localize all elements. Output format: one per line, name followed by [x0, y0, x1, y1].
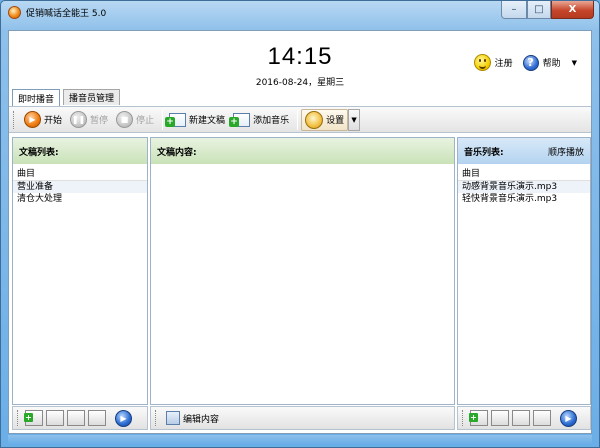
minimize-button[interactable]: –: [501, 1, 527, 19]
document-list-title: 文稿列表:: [19, 147, 59, 158]
app-window: 促销喊话全能王 5.0 – □ X 14:15 2016-08-24，星期三 注…: [0, 0, 600, 448]
toolbar-grip[interactable]: [462, 410, 465, 426]
toolbar-grip[interactable]: [13, 110, 16, 129]
music-list-toolbar: ▶: [457, 406, 591, 430]
new-document-label: 新建文稿: [189, 116, 226, 126]
new-document-button[interactable]: 新建文稿: [165, 109, 228, 131]
bottom-toolbars: ▶ 编辑内容 ▶: [9, 406, 591, 431]
start-label: 开始: [44, 116, 63, 126]
title-bar: 促销喊话全能王 5.0 – □ X: [1, 1, 599, 23]
new-document-icon: [165, 112, 187, 127]
add-music-icon: [229, 112, 251, 127]
list-item[interactable]: 轻快背景音乐演示.mp3: [458, 193, 590, 205]
help-icon: ?: [522, 54, 539, 71]
register-link[interactable]: 注册: [473, 54, 513, 71]
window-controls: – □ X: [501, 1, 594, 20]
help-link[interactable]: ? 帮助: [522, 54, 561, 71]
stop-label: 停止: [136, 116, 155, 126]
register-label: 注册: [494, 59, 513, 69]
pause-icon: ❚❚: [70, 111, 88, 128]
smiley-icon: [473, 54, 491, 71]
clock-date: 2016-08-24，星期三: [255, 78, 345, 88]
toolbar-separator: [162, 109, 164, 130]
play-mode-selector[interactable]: 顺序播放: [548, 145, 584, 158]
edit-icon: [166, 411, 180, 425]
music-column-header[interactable]: 曲目: [458, 168, 590, 181]
play-icon: ▶: [24, 111, 41, 128]
move-up-icon[interactable]: [67, 410, 85, 426]
close-button[interactable]: X: [551, 1, 594, 19]
stop-icon: ■: [116, 111, 134, 128]
settings-dropdown-button[interactable]: ▼: [348, 108, 361, 131]
settings-icon: [305, 110, 324, 129]
toolbar-grip[interactable]: [17, 410, 20, 426]
app-logo-icon: [8, 6, 21, 19]
document-list-toolbar: ▶: [12, 406, 148, 430]
document-content-header: 文稿内容:: [151, 138, 454, 164]
document-column-header[interactable]: 曲目: [13, 168, 147, 181]
list-item[interactable]: 清仓大处理: [13, 193, 147, 205]
window-title: 促销喊话全能王 5.0: [26, 9, 107, 19]
settings-button[interactable]: 设置: [301, 108, 349, 131]
stop-button[interactable]: ■ 停止: [113, 109, 157, 131]
list-item[interactable]: 动感背景音乐演示.mp3: [458, 181, 590, 193]
move-down-icon[interactable]: [533, 410, 551, 426]
list-item[interactable]: 营业准备: [13, 181, 147, 193]
document-list-pane: 文稿列表: 曲目 营业准备 清仓大处理: [12, 137, 148, 405]
maximize-button[interactable]: □: [527, 1, 551, 19]
panes: 文稿列表: 曲目 营业准备 清仓大处理 文稿内容: 音乐列表: 顺序播放 曲目 …: [9, 134, 591, 406]
settings-label: 设置: [326, 116, 345, 126]
delete-music-icon[interactable]: [491, 410, 509, 426]
delete-document-icon[interactable]: [46, 410, 64, 426]
add-document-icon[interactable]: [24, 410, 43, 426]
pause-label: 暂停: [90, 116, 109, 126]
document-content-title: 文稿内容:: [157, 147, 197, 158]
tab-live-broadcast[interactable]: 即时播音: [12, 89, 61, 106]
edit-content-label: 编辑内容: [183, 414, 220, 425]
move-up-icon[interactable]: [512, 410, 530, 426]
music-list-pane: 音乐列表: 顺序播放 曲目 动感背景音乐演示.mp3 轻快背景音乐演示.mp3: [457, 137, 591, 405]
chevron-down-icon[interactable]: ▼: [572, 59, 577, 67]
next-icon[interactable]: ▶: [115, 409, 132, 427]
status-bar: [8, 435, 592, 444]
help-label: 帮助: [542, 59, 561, 69]
document-list-header: 文稿列表:: [13, 138, 147, 164]
move-down-icon[interactable]: [88, 410, 106, 426]
start-button[interactable]: ▶ 开始: [21, 109, 65, 131]
add-music-icon[interactable]: [469, 410, 488, 426]
tab-announcer-management[interactable]: 播音员管理: [63, 89, 121, 105]
header-actions: 注册 ? 帮助 ▼: [468, 54, 577, 71]
pause-button[interactable]: ❚❚ 暂停: [67, 109, 111, 131]
next-icon[interactable]: ▶: [560, 409, 577, 427]
tab-strip: 即时播音 播音员管理: [12, 89, 121, 106]
main-toolbar: ▶ 开始 ❚❚ 暂停 ■ 停止 新建文稿 添加音乐: [9, 106, 591, 133]
header: 14:15 2016-08-24，星期三 注册 ? 帮助 ▼: [9, 31, 591, 89]
music-list-header: 音乐列表: 顺序播放: [458, 138, 590, 164]
client-area: 14:15 2016-08-24，星期三 注册 ? 帮助 ▼ 即时播音 播音员管…: [8, 30, 592, 434]
content-toolbar: 编辑内容: [150, 406, 455, 430]
music-list-title: 音乐列表:: [464, 147, 504, 158]
add-music-button[interactable]: 添加音乐: [229, 109, 292, 131]
add-music-label: 添加音乐: [253, 116, 290, 126]
toolbar-grip[interactable]: [155, 410, 158, 426]
toolbar-separator: [297, 109, 299, 130]
edit-content-button[interactable]: 编辑内容: [163, 407, 222, 429]
document-content-pane: 文稿内容:: [150, 137, 455, 405]
